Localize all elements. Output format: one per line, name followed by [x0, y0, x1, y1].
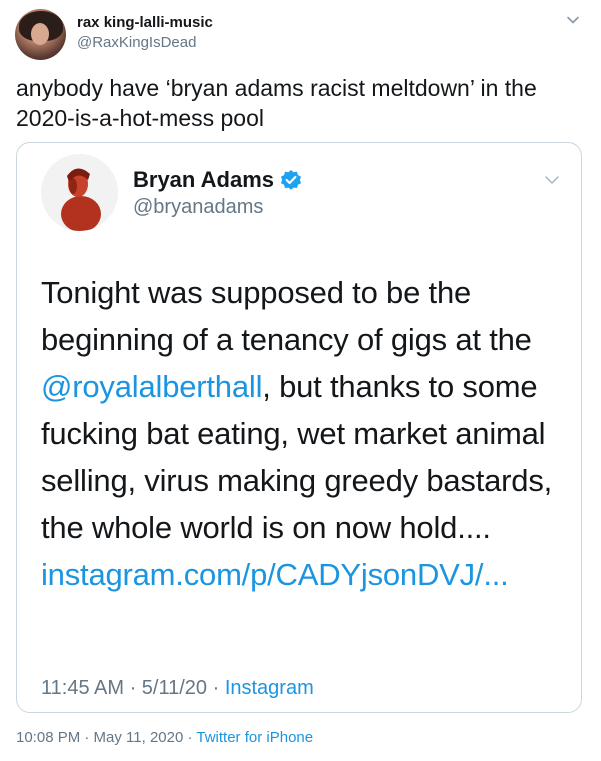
tweet-text: anybody have ‘bryan adams racist meltdow… [16, 75, 537, 131]
verified-badge-icon [280, 169, 302, 191]
tweet-timestamp[interactable]: 10:08 PM · May 11, 2020 · [16, 729, 196, 746]
quoted-author-name[interactable]: Bryan Adams [133, 167, 302, 193]
tweet: rax king-lalli-music @RaxKingIsDead anyb… [0, 0, 601, 761]
chevron-down-icon[interactable] [544, 172, 559, 186]
author-name[interactable]: rax king-lalli-music [77, 14, 213, 31]
author-handle[interactable]: @RaxKingIsDead [77, 34, 196, 51]
author-avatar[interactable] [15, 9, 66, 60]
chevron-down-icon[interactable] [566, 13, 580, 27]
quoted-source-link[interactable]: Instagram [225, 677, 314, 699]
quoted-text-part-1: Tonight was supposed to be the beginning… [41, 275, 532, 357]
quoted-author-handle[interactable]: @bryanadams [133, 196, 263, 219]
quoted-tweet-text: Tonight was supposed to be the beginning… [41, 269, 561, 598]
quoted-timestamp[interactable]: 11:45 AM · 5/11/20 · [41, 677, 225, 699]
mention-link[interactable]: @royalalberthall [41, 369, 262, 404]
quoted-tweet-card[interactable]: Bryan Adams @bryanadams Tonight was supp… [16, 142, 582, 713]
tweet-source-link[interactable]: Twitter for iPhone [196, 729, 313, 746]
tweet-footer: 10:08 PM · May 11, 2020 · Twitter for iP… [16, 729, 313, 746]
instagram-link[interactable]: instagram.com/p/CADYjsonDVJ/... [41, 557, 509, 592]
quoted-author-avatar[interactable] [41, 154, 118, 231]
quoted-author-name-text: Bryan Adams [133, 167, 275, 192]
quoted-tweet-meta: 11:45 AM · 5/11/20 · Instagram [41, 677, 314, 700]
